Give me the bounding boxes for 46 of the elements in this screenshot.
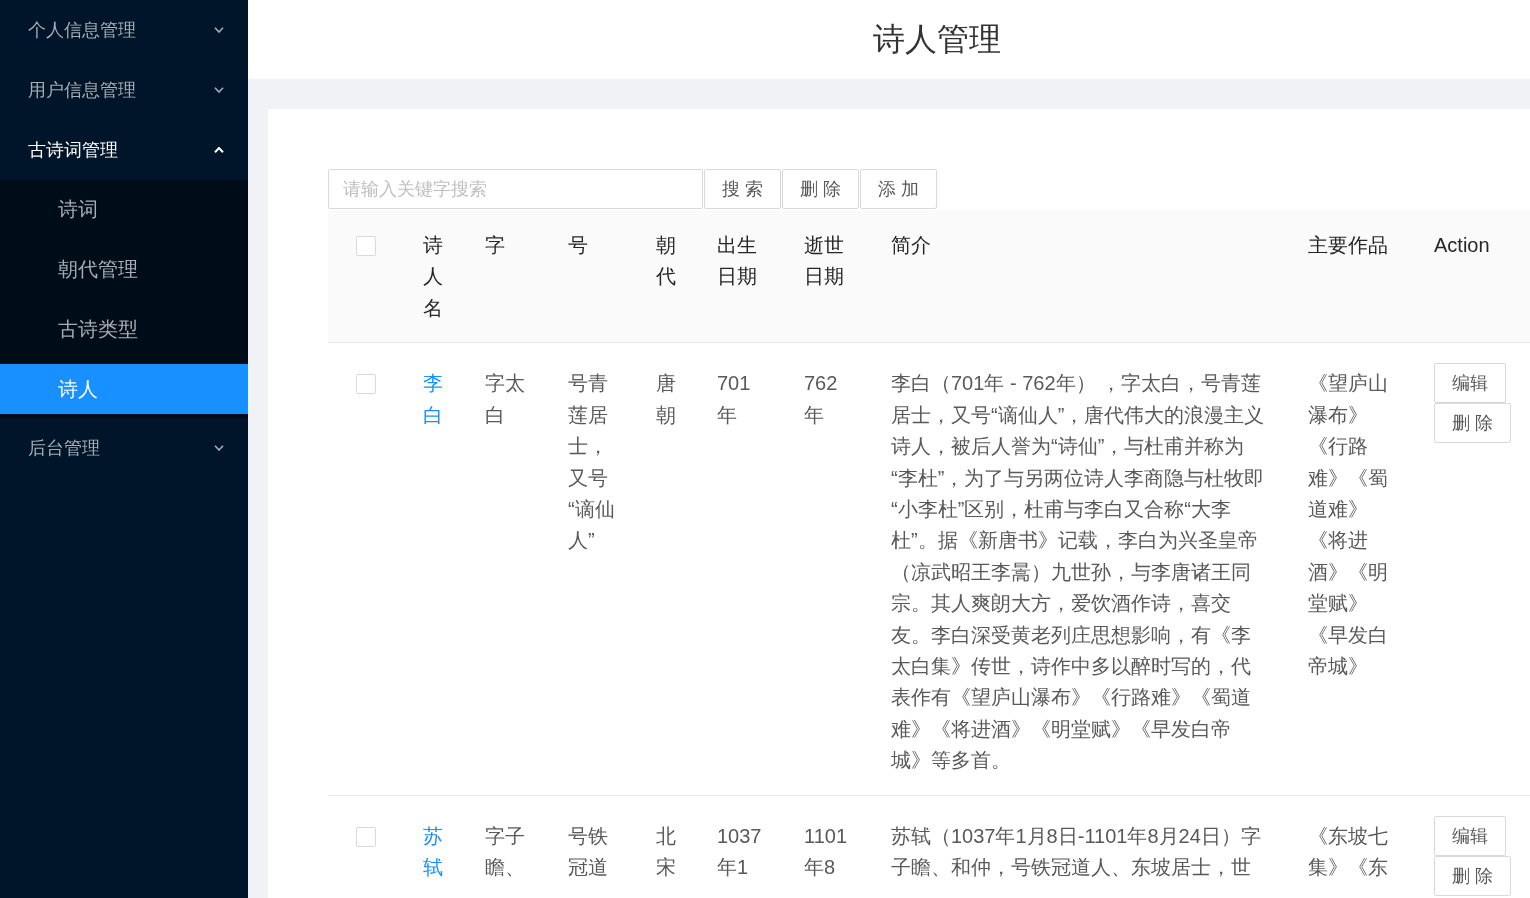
table-cell-text: 北宋 xyxy=(656,823,677,881)
delete-button[interactable]: 删 除 xyxy=(1434,403,1511,444)
table-cell-text: 字太白 xyxy=(485,371,526,428)
submenu-title[interactable]: 个人信息管理 xyxy=(0,0,248,60)
table-cell-text: 字子瞻、 xyxy=(485,823,526,881)
search-field[interactable]: 请输入关键字搜索 xyxy=(328,169,703,209)
menu-item[interactable]: 古诗类型 xyxy=(0,304,248,354)
delete-button[interactable]: 删 除 xyxy=(782,169,860,209)
select-all-checkbox[interactable] xyxy=(356,236,376,256)
column-header: 字 xyxy=(485,233,506,258)
table-cell-text: 苏轼（1037年1月8日-1101年8月24日）字子瞻、和仲，号铁冠道人、东坡居士，世 xyxy=(891,823,1262,881)
delete-button[interactable]: 删 除 xyxy=(1434,855,1511,896)
row-checkbox[interactable] xyxy=(356,374,376,395)
table-cell-text: 《望庐山瀑布》《行路难》《蜀道难》《将进酒》《明堂赋》《早发白帝城》 xyxy=(1308,371,1389,680)
table-cell-text: 号青莲居士，又号“谪仙人” xyxy=(568,371,616,554)
chevron-down-icon xyxy=(214,87,224,93)
search-button[interactable]: 搜 索 xyxy=(704,169,781,209)
table-cell-text: 1101年8 xyxy=(804,823,848,881)
submenu-title[interactable]: 后台管理 xyxy=(0,418,248,478)
table-cell-text: 号铁冠道 xyxy=(568,823,609,881)
chevron-up-icon xyxy=(214,147,224,153)
table-cell-text: 762年 xyxy=(804,371,839,428)
edit-button[interactable]: 编辑 xyxy=(1434,363,1506,404)
table-cell-text: 701年 xyxy=(717,371,752,428)
chevron-down-icon xyxy=(214,27,224,33)
column-header: 主要作品 xyxy=(1308,233,1389,258)
column-header: 号 xyxy=(568,233,589,258)
column-header: Action xyxy=(1434,233,1491,258)
table-cell-text: 《东坡七集》《东 xyxy=(1308,823,1389,881)
add-button[interactable]: 添 加 xyxy=(860,169,938,209)
column-header: 简介 xyxy=(891,233,932,258)
menu-item[interactable]: 朝代管理 xyxy=(0,244,248,294)
menu-item[interactable]: 诗词 xyxy=(0,184,248,234)
column-header: 诗人名 xyxy=(423,233,444,321)
edit-button[interactable]: 编辑 xyxy=(1434,815,1506,856)
table-cell-text: 1037年1 xyxy=(717,823,763,881)
column-header: 出生日期 xyxy=(717,233,758,290)
column-header: 逝世日期 xyxy=(804,233,845,290)
row-checkbox[interactable] xyxy=(356,826,376,847)
page-title: 诗人管理 xyxy=(873,20,1001,59)
column-header: 朝代 xyxy=(656,233,677,290)
table-cell-text: 唐朝 xyxy=(656,371,677,428)
submenu-title[interactable]: 古诗词管理 xyxy=(0,120,248,180)
table-cell-text: 李白（701年 - 762年） ，字太白，号青莲居士，又号“谪仙人”，唐代伟大的浪漫主义诗人，被后人誉为“诗仙”，与杜甫并称为“李杜”，为了与另两位诗人李商隐与杜牧即“小李杜”区别，杜甫与李白又合称“大李杜”。据《新唐书》记载，李白为兴圣皇帝（凉武昭王李暠）九世孙，与李唐诸王同宗。其人爽朗大方，爱饮酒作诗，喜交友。李白深受黄老列庄思想影响，有《李太白集》传世，诗作中多以醉时写的，代表作有《望庐山瀑布》《行路难》《蜀道难》《将进酒》《明堂赋》《早发白帝城》等多首。 xyxy=(891,371,1266,774)
chevron-down-icon xyxy=(214,445,224,451)
submenu-title[interactable]: 用户信息管理 xyxy=(0,60,248,120)
